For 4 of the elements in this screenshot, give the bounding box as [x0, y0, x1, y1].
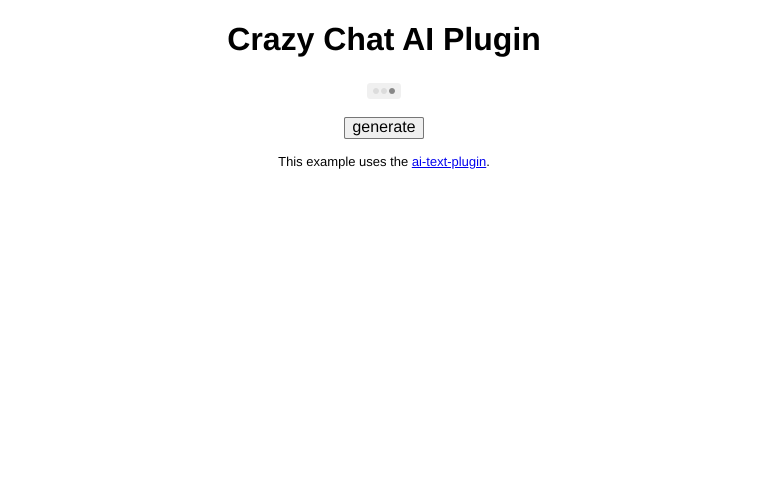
generate-button[interactable]: generate — [344, 117, 424, 139]
plugin-note: This example uses the ai-text-plugin. — [278, 154, 490, 169]
plugin-link[interactable]: ai-text-plugin — [412, 154, 486, 169]
page-title: Crazy Chat AI Plugin — [227, 21, 541, 58]
